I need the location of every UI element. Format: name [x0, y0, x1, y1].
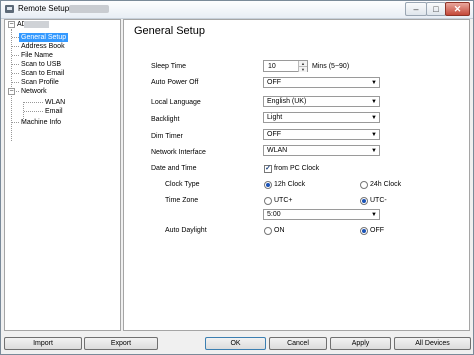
time-zone-value: 5:00 — [267, 211, 281, 218]
network-interface-value: WLAN — [267, 147, 288, 154]
daylight-off-radio[interactable] — [360, 227, 368, 235]
collapse-network-icon[interactable]: − — [8, 88, 15, 95]
tree-item-scan-to-usb[interactable]: Scan to USB — [21, 60, 61, 69]
dim-timer-select[interactable]: OFF ▼ — [263, 129, 380, 140]
tree-item-file-name[interactable]: File Name — [21, 51, 53, 60]
redacted-device-name — [69, 5, 109, 13]
daylight-on-label: ON — [274, 227, 285, 234]
clock-12h-label: 12h Clock — [274, 181, 306, 188]
auto-power-off-label: Auto Power Off — [151, 79, 199, 86]
time-zone-select[interactable]: 5:00 ▼ — [263, 209, 380, 220]
minimize-button[interactable]: – — [405, 2, 427, 16]
cancel-button[interactable]: Cancel — [269, 337, 327, 350]
auto-power-off-value: OFF — [267, 79, 281, 86]
utc-plus-label: UTC+ — [274, 197, 293, 204]
settings-tree: − ADS General Setup Address Book File Na… — [4, 19, 121, 331]
auto-daylight-label: Auto Daylight — [165, 227, 207, 234]
local-language-label: Local Language — [151, 99, 201, 106]
dropdown-arrow-icon: ▼ — [371, 212, 377, 218]
import-button[interactable]: Import — [4, 337, 82, 350]
spin-down-icon[interactable]: ▼ — [298, 66, 307, 72]
tree-item-scan-to-email[interactable]: Scan to Email — [21, 69, 64, 78]
clock-24h-radio[interactable] — [360, 181, 368, 189]
dropdown-arrow-icon: ▼ — [371, 115, 377, 121]
all-devices-button[interactable]: All Devices — [394, 337, 471, 350]
from-pc-clock-checkbox[interactable]: ✓ — [264, 165, 272, 173]
apply-button[interactable]: Apply — [330, 337, 391, 350]
dim-timer-value: OFF — [267, 131, 281, 138]
export-button[interactable]: Export — [84, 337, 158, 350]
date-time-label: Date and Time — [151, 165, 197, 172]
utc-plus-radio[interactable] — [264, 197, 272, 205]
backlight-value: Light — [267, 114, 283, 121]
clock-24h-label: 24h Clock — [370, 181, 402, 188]
maximize-button[interactable]: □ — [426, 2, 446, 16]
panel-title: General Setup — [134, 25, 205, 37]
sleep-time-spinner[interactable]: 10 ▲ ▼ — [263, 60, 308, 72]
tree-item-email[interactable]: Email — [45, 107, 63, 116]
clock-type-label: Clock Type — [165, 181, 200, 188]
collapse-root-icon[interactable]: − — [8, 21, 15, 28]
time-zone-label: Time Zone — [165, 197, 199, 204]
window-title: Remote Setup - — [18, 4, 75, 13]
redacted-model — [24, 21, 49, 28]
local-language-value: English (UK) — [267, 98, 307, 105]
dropdown-arrow-icon: ▼ — [371, 148, 377, 154]
dropdown-arrow-icon: ▼ — [371, 99, 377, 105]
network-interface-select[interactable]: WLAN ▼ — [263, 145, 380, 156]
tree-item-machine-info[interactable]: Machine Info — [21, 118, 61, 127]
sleep-time-label: Sleep Time — [151, 63, 187, 70]
daylight-on-radio[interactable] — [264, 227, 272, 235]
daylight-off-label: OFF — [370, 227, 384, 234]
tree-item-address-book[interactable]: Address Book — [21, 42, 65, 51]
sleep-time-unit: Mins (5~90) — [312, 63, 350, 70]
dim-timer-label: Dim Timer — [151, 133, 183, 140]
clock-12h-radio[interactable] — [264, 181, 272, 189]
general-setup-panel: General Setup Sleep Time 10 ▲ ▼ Mins (5~… — [123, 19, 470, 331]
remote-setup-window: Remote Setup - – □ ✕ − ADS General Setup… — [0, 0, 474, 355]
tree-item-network[interactable]: Network — [21, 87, 47, 96]
close-button[interactable]: ✕ — [445, 2, 470, 16]
tree-item-general-setup[interactable]: General Setup — [19, 33, 69, 42]
auto-power-off-select[interactable]: OFF ▼ — [263, 77, 380, 88]
ok-button[interactable]: OK — [205, 337, 266, 350]
local-language-select[interactable]: English (UK) ▼ — [263, 96, 380, 107]
tree-item-wlan[interactable]: WLAN — [45, 98, 65, 107]
backlight-label: Backlight — [151, 116, 180, 123]
utc-minus-label: UTC- — [370, 197, 387, 204]
dropdown-arrow-icon: ▼ — [371, 80, 377, 86]
dropdown-arrow-icon: ▼ — [371, 132, 377, 138]
backlight-select[interactable]: Light ▼ — [263, 112, 380, 123]
tree-item-scan-profile[interactable]: Scan Profile — [21, 78, 59, 87]
title-bar: Remote Setup - – □ ✕ — [1, 1, 473, 19]
network-interface-label: Network Interface — [151, 149, 206, 156]
sleep-time-value: 10 — [268, 63, 276, 70]
app-icon — [5, 5, 14, 13]
from-pc-clock-label: from PC Clock — [274, 165, 320, 172]
utc-minus-radio[interactable] — [360, 197, 368, 205]
